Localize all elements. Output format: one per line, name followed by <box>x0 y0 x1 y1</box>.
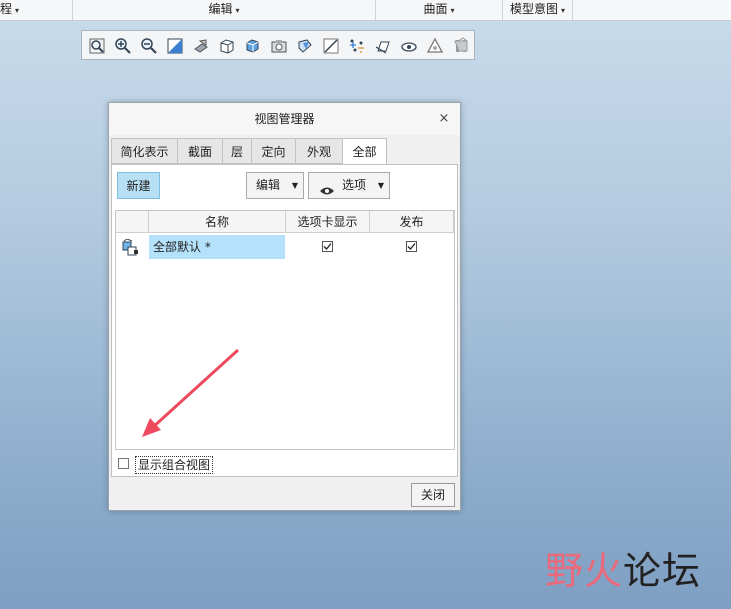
watermark-part2: 论坛 <box>623 549 702 593</box>
tab-display-checkbox[interactable] <box>322 241 333 252</box>
ribbon-group-edit[interactable]: 编辑 ▾ <box>73 0 376 20</box>
tab-orient[interactable]: 定向 <box>251 138 296 164</box>
perspective-icon[interactable] <box>192 37 210 55</box>
annotation-display-icon[interactable] <box>400 37 418 55</box>
table-header-publish[interactable]: 发布 <box>370 211 454 233</box>
views-table: 名称 选项卡显示 发布 全部默认 * <box>115 210 455 450</box>
eye-icon <box>319 180 335 195</box>
display-style-icon[interactable] <box>244 37 262 55</box>
view-manager-dialog: 视图管理器 × 简化表示 截面 层 定向 外观 全部 新建 编辑 ▼ 选项 ▼ … <box>108 102 461 511</box>
ribbon-group-label: 曲面 <box>423 2 448 16</box>
chevron-down-icon: ▾ <box>235 6 240 15</box>
tab-sections[interactable]: 截面 <box>177 138 223 164</box>
csys-display-icon[interactable] <box>374 37 392 55</box>
ribbon-group-surfaces[interactable]: 曲面 ▾ <box>376 0 503 20</box>
refit-icon[interactable] <box>88 37 106 55</box>
ribbon-group-label: 程 <box>0 2 13 16</box>
chevron-down-icon: ▾ <box>450 6 455 15</box>
edit-dropdown-button[interactable]: 编辑 ▼ <box>246 172 304 199</box>
ribbon-group-label: 模型意图 <box>509 2 558 16</box>
tab-content-all: 新建 编辑 ▼ 选项 ▼ 名称 选项卡显示 发布 全部默认 * 显示组合视图 <box>111 164 458 477</box>
ribbon-group-operations[interactable]: 程 ▾ <box>0 0 73 20</box>
table-header-tab-display[interactable]: 选项卡显示 <box>286 211 370 233</box>
tab-appearance[interactable]: 外观 <box>295 138 343 164</box>
chevron-down-icon: ▼ <box>291 181 298 190</box>
ribbon-group-label: 编辑 <box>208 2 233 16</box>
view-manager-icon[interactable] <box>270 37 288 55</box>
close-button[interactable]: 关闭 <box>411 483 455 507</box>
tab-all[interactable]: 全部 <box>342 138 387 165</box>
view-name-cell[interactable]: 全部默认 * <box>149 235 285 259</box>
zoom-out-icon[interactable] <box>140 37 158 55</box>
options-dropdown-button[interactable]: 选项 ▼ <box>308 172 390 199</box>
chevron-down-icon: ▼ <box>377 181 384 190</box>
show-combined-views-label[interactable]: 显示组合视图 <box>135 456 214 474</box>
chevron-down-icon: ▾ <box>561 6 566 15</box>
close-icon[interactable]: × <box>436 111 452 127</box>
publish-checkbox[interactable] <box>406 241 417 252</box>
ribbon-group-bar: 程 ▾ 编辑 ▾ 曲面 ▾ 模型意图 ▾ <box>0 0 731 21</box>
tab-layers[interactable]: 层 <box>222 138 252 164</box>
saved-orientations-icon[interactable] <box>218 37 236 55</box>
zoom-in-icon[interactable] <box>114 37 132 55</box>
axes-display-icon[interactable] <box>322 37 340 55</box>
new-button[interactable]: 新建 <box>117 172 160 199</box>
repaint-icon[interactable] <box>166 37 184 55</box>
show-combined-views-checkbox[interactable] <box>118 458 129 469</box>
spin-center-icon[interactable] <box>453 36 471 54</box>
table-header-icon-col <box>116 211 149 233</box>
view-toolbar <box>81 30 475 60</box>
tab-simplified-rep[interactable]: 简化表示 <box>111 138 178 164</box>
watermark: 野火论坛 <box>545 540 701 595</box>
table-header-name[interactable]: 名称 <box>149 211 286 233</box>
points-display-icon[interactable] <box>348 37 366 55</box>
watermark-part1: 野火 <box>545 549 624 593</box>
planes-display-icon[interactable] <box>296 37 314 55</box>
edit-label: 编辑 <box>256 178 281 192</box>
chevron-down-icon: ▾ <box>15 6 20 15</box>
combined-view-icon <box>122 238 140 257</box>
ribbon-group-model-intent[interactable]: 模型意图 ▾ <box>503 0 573 20</box>
pause-icon[interactable] <box>426 37 444 55</box>
dialog-title: 视图管理器 <box>109 103 460 135</box>
options-label: 选项 <box>342 178 367 192</box>
